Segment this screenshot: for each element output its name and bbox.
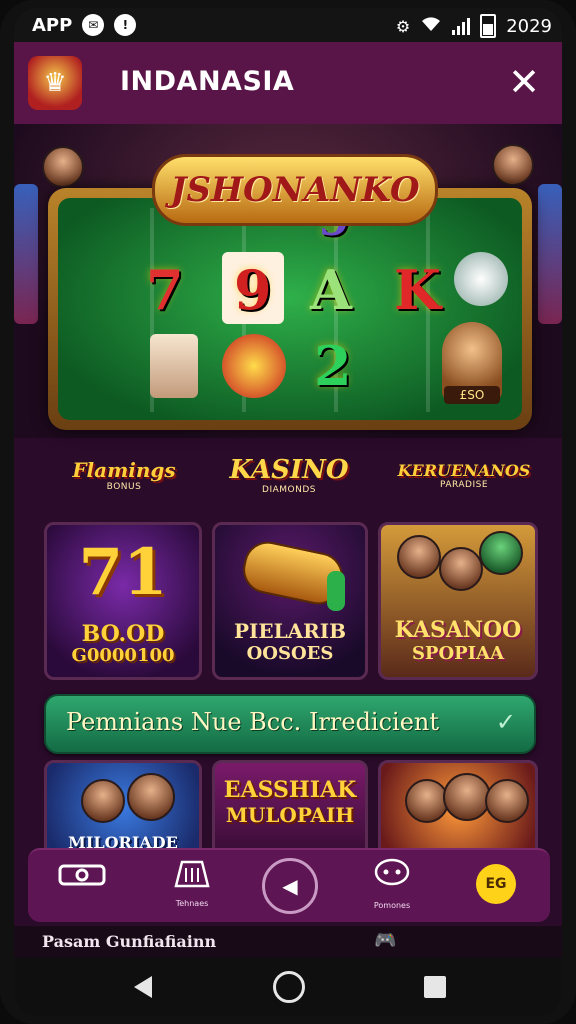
tab-chat[interactable]: Pomones <box>352 858 432 916</box>
tab-camera[interactable] <box>42 858 122 916</box>
app-title: INDANASIA <box>120 66 295 97</box>
notification-icon: ✉ <box>82 14 105 36</box>
hero-title-badge: JSHONANKO <box>152 154 438 226</box>
reel-symbol: 7 <box>146 258 184 322</box>
brand-name: Flamings <box>72 458 176 482</box>
peek-text: Pasam Gunfiafiainn <box>42 932 217 951</box>
back-icon[interactable] <box>126 970 160 1004</box>
status-right: ⚙ 2029 <box>396 14 552 38</box>
tab-coin[interactable]: EG <box>456 858 536 916</box>
gamepad-icon: 🎮 <box>374 930 397 951</box>
coin-icon: EG <box>476 864 516 904</box>
clock-icon: ⚙ <box>395 16 411 36</box>
screen: APP ✉ ! ⚙ 2029 ♛ INDANASIA ✕ 7 9 A K 2 £… <box>14 8 562 1016</box>
game-card-subtitle: MULOPAIH <box>225 803 355 827</box>
game-card-subtitle: SPOPIAA <box>411 643 505 664</box>
character-avatar <box>81 779 125 823</box>
character-avatar <box>127 773 175 821</box>
game-card-2[interactable]: PIELARIB OOSOES <box>212 522 368 680</box>
check-icon: ✓ <box>495 708 516 736</box>
side-machine-right <box>538 184 562 324</box>
game-card-big-number: 71 <box>78 535 168 610</box>
machine-label: £SO <box>444 386 500 404</box>
player-avatar-left <box>42 146 84 188</box>
brand-name: KERUENANOS <box>397 460 531 480</box>
status-app-label: APP <box>32 14 73 36</box>
home-icon[interactable] <box>272 970 306 1004</box>
tab-label: Pomones <box>373 901 411 910</box>
side-machine-left <box>14 184 38 324</box>
game-card-1[interactable]: 71 BO.OD G0000100 <box>44 522 202 680</box>
recents-icon[interactable] <box>418 970 452 1004</box>
brand-sub: BONUS <box>106 482 142 492</box>
status-time: 2029 <box>506 15 552 37</box>
character-avatar <box>443 773 491 821</box>
tab-play[interactable]: ◀ <box>250 858 330 916</box>
character-avatar <box>479 531 523 575</box>
reel-symbol: K <box>394 258 441 322</box>
reel-symbol: A <box>310 258 352 322</box>
character-avatar <box>397 535 441 579</box>
promo-banner[interactable]: Pemnians Nue Bcc. Irredicient ✓ <box>44 694 536 754</box>
game-card-subtitle: OOSOES <box>246 643 334 664</box>
coin-symbol-icon <box>454 252 508 306</box>
chat-icon <box>372 858 412 899</box>
card-symbol-icon <box>150 334 198 398</box>
close-icon[interactable]: ✕ <box>502 60 546 104</box>
casino-logo-icon[interactable]: ♛ <box>28 56 82 110</box>
status-bar: APP ✉ ! ⚙ 2029 <box>14 8 562 42</box>
brand-sub: PARADISE <box>439 479 489 490</box>
game-card-title: KASANOO <box>394 617 522 643</box>
bottom-tab-bar: Tehnaes ◀ Pomones EG <box>28 848 550 922</box>
chip-symbol-icon <box>222 334 286 398</box>
brand-logo-flamings[interactable]: Flamings BONUS <box>64 444 184 506</box>
battery-icon <box>480 14 497 38</box>
brand-name: KASINO <box>229 455 349 485</box>
game-card-subtitle: G0000100 <box>71 645 175 666</box>
brand-logo-kasino[interactable]: KASINO DIAMONDS <box>214 444 364 506</box>
character-avatar <box>485 779 529 823</box>
promo-text: Pemnians Nue Bcc. Irredicient <box>66 708 440 736</box>
brand-sub: DIAMONDS <box>262 485 316 495</box>
phone-frame: APP ✉ ! ⚙ 2029 ♛ INDANASIA ✕ 7 9 A K 2 £… <box>0 0 576 1024</box>
camera-icon <box>57 858 107 897</box>
hero-title: JSHONANKO <box>170 170 420 210</box>
game-card-title: BO.OD <box>81 621 165 647</box>
slot-machine-icon <box>172 858 212 897</box>
bottom-peek-row[interactable]: Pasam Gunfiafiainn 🎮 <box>14 926 562 958</box>
player-avatar-right <box>492 144 534 186</box>
play-icon: ◀ <box>262 858 318 914</box>
wifi-icon <box>420 15 442 38</box>
game-card-3[interactable]: KASANOO SPOPIAA <box>378 522 538 680</box>
tab-label: Tehnaes <box>175 899 209 908</box>
reel-symbol: 2 <box>314 334 352 398</box>
app-header: ♛ INDANASIA ✕ <box>14 42 562 124</box>
hero-banner[interactable]: 7 9 A K 9 2 £SO JSHONANKO <box>14 124 562 438</box>
system-nav-bar <box>14 958 562 1016</box>
tab-slots[interactable]: Tehnaes <box>152 858 232 916</box>
slot-felt: 7 9 A K 9 2 £SO <box>58 192 522 420</box>
brand-logo-keruenanos[interactable]: KERUENANOS PARADISE <box>394 444 534 506</box>
alert-icon: ! <box>114 14 137 36</box>
game-card-title: PIELARIB <box>233 619 347 643</box>
reel-symbol: 9 <box>234 258 272 322</box>
status-left: APP ✉ ! <box>32 14 137 36</box>
brand-row: Flamings BONUS KASINO DIAMONDS KERUENANO… <box>14 438 562 520</box>
game-card-title: EASSHIAK <box>223 777 357 803</box>
character-avatar <box>439 547 483 591</box>
signal-icon <box>452 17 471 35</box>
scroll-handle-icon <box>327 571 345 611</box>
